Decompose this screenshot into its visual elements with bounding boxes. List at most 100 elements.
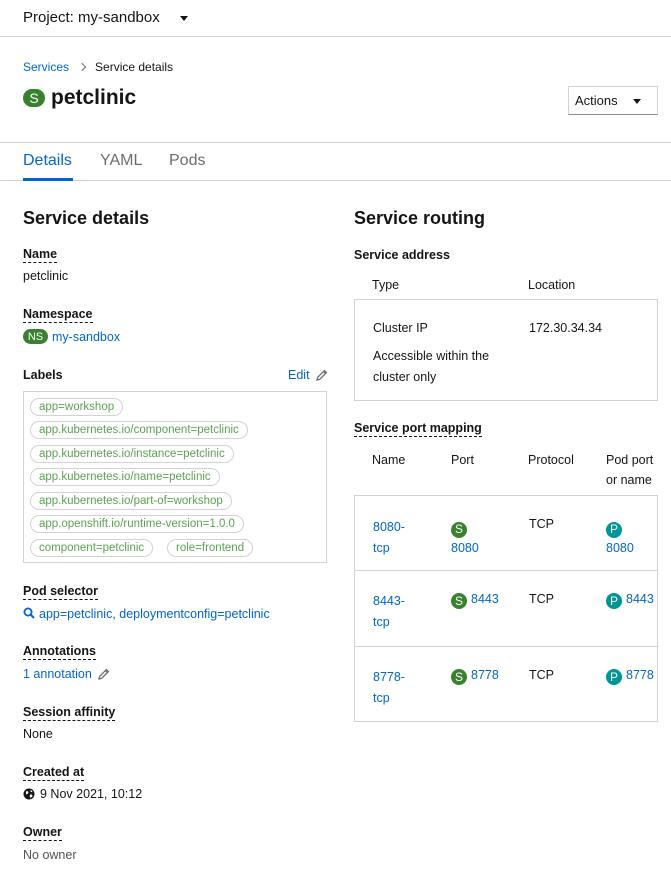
table-row: 8778- tcp S 8778 TCP P 8778 — [354, 647, 658, 722]
caret-down-icon — [632, 99, 641, 104]
port-name-line-1: 8443- — [373, 594, 405, 608]
chevron-right-icon — [77, 62, 87, 72]
port-name-line-2: tcp — [373, 691, 390, 705]
port-name-line-2: tcp — [373, 615, 390, 629]
tabs: Details YAML Pods — [0, 142, 671, 181]
page-title-text: petclinic — [51, 86, 137, 109]
service-port-value[interactable]: 8778 — [471, 668, 499, 682]
label-chip[interactable]: component=petclinic — [30, 539, 154, 557]
service-port: S 8443 — [451, 592, 499, 609]
service-port-value[interactable]: 8080 — [451, 538, 479, 559]
port-mapping-label: Service port mapping — [354, 421, 482, 437]
pod-badge: P — [606, 593, 622, 609]
protocol: TCP — [529, 517, 554, 531]
globe-icon — [23, 788, 35, 800]
port-name-link[interactable]: 8778- tcp — [373, 667, 405, 709]
session-affinity-value: None — [23, 727, 53, 741]
breadcrumb-current: Service details — [95, 60, 174, 74]
label-chip[interactable]: app.kubernetes.io/name=petclinic — [30, 468, 220, 486]
address-location: 172.30.34.34 — [529, 321, 602, 335]
service-badge: S — [451, 593, 467, 609]
port-col-protocol: Protocol — [528, 453, 574, 467]
pod-port: P 8778 — [606, 668, 654, 685]
protocol: TCP — [529, 592, 554, 606]
pod-port-value[interactable]: 8778 — [626, 668, 654, 682]
label-chip[interactable]: role=frontend — [167, 539, 254, 557]
pod-selector-link[interactable]: app=petclinic, deploymentconfig=petclini… — [39, 607, 270, 621]
session-affinity-label: Session affinity — [23, 705, 116, 721]
label-chip[interactable]: app=workshop — [30, 398, 124, 416]
address-col-type: Type — [372, 278, 400, 292]
address-col-location: Location — [528, 278, 576, 292]
pencil-icon[interactable] — [97, 668, 110, 680]
labels-label: Labels — [23, 368, 63, 382]
table-row: 8080- tcp S 8080 TCP P 8080 — [354, 495, 658, 571]
pencil-icon — [315, 369, 327, 381]
port-name-line-1: 8080- — [373, 520, 405, 534]
annotations-link[interactable]: 1 annotation — [23, 667, 92, 681]
breadcrumb-services-link[interactable]: Services — [23, 60, 69, 74]
pod-selector-value: app=petclinic, deploymentconfig=petclini… — [23, 607, 270, 621]
project-selector[interactable]: Project: my-sandbox — [23, 9, 188, 26]
pod-badge: P — [606, 669, 622, 685]
project-selector-label: Project: my-sandbox — [23, 9, 160, 26]
service-port: S 8080 — [451, 517, 479, 559]
actions-dropdown[interactable]: Actions — [568, 86, 658, 115]
port-name-link[interactable]: 8443- tcp — [373, 591, 405, 633]
protocol: TCP — [529, 668, 554, 682]
service-badge: S — [451, 521, 467, 538]
page-title: S petclinic — [23, 86, 136, 110]
caret-down-icon — [179, 16, 188, 21]
table-row: 8443- tcp S 8443 TCP P 8443 — [354, 571, 658, 647]
label-chip[interactable]: app.kubernetes.io/component=petclinic — [30, 421, 248, 439]
owner-label: Owner — [23, 825, 62, 841]
created-at-value: 9 Nov 2021, 10:12 — [23, 787, 142, 801]
edit-labels-button[interactable]: Edit — [288, 368, 328, 382]
created-at-label: Created at — [23, 765, 85, 781]
port-name-line-1: 8778- — [373, 670, 405, 684]
tab-details[interactable]: Details — [23, 152, 72, 170]
port-col-name: Name — [372, 453, 406, 467]
service-address-label: Service address — [354, 248, 450, 262]
edit-labels-label: Edit — [288, 368, 310, 382]
address-row: Cluster IP 172.30.34.34 Accessible withi… — [354, 299, 658, 401]
search-icon — [23, 607, 35, 619]
pod-port-value[interactable]: 8443 — [626, 592, 654, 606]
label-chip[interactable]: app.openshift.io/runtime-version=1.0.0 — [30, 515, 244, 533]
name-value: petclinic — [23, 269, 69, 283]
pod-port: P 8080 — [606, 517, 634, 559]
actions-label: Actions — [575, 93, 618, 108]
service-badge: S — [451, 669, 467, 685]
port-name-line-2: tcp — [373, 541, 390, 555]
namespace-value: NS my-sandbox — [23, 329, 120, 344]
service-details-heading: Service details — [23, 208, 150, 228]
namespace-label: Namespace — [23, 307, 93, 323]
owner-value: No owner — [23, 848, 77, 862]
namespace-badge: NS — [23, 329, 48, 344]
project-bar: Project: my-sandbox — [0, 0, 671, 37]
service-routing-heading: Service routing — [354, 208, 486, 228]
label-chip[interactable]: app.kubernetes.io/part-of=workshop — [30, 492, 232, 510]
address-type: Cluster IP — [373, 321, 428, 335]
port-col-port: Port — [451, 453, 474, 467]
namespace-link[interactable]: my-sandbox — [52, 330, 120, 344]
annotations-value: 1 annotation — [23, 667, 110, 681]
port-col-pod-port-2: or name — [606, 473, 652, 487]
label-chip[interactable]: app.kubernetes.io/instance=petclinic — [30, 445, 234, 463]
service-resource-badge: S — [23, 89, 45, 107]
pod-port: P 8443 — [606, 592, 654, 609]
service-port: S 8778 — [451, 668, 499, 685]
port-col-pod-port: Pod port — [606, 453, 654, 467]
created-at-text: 9 Nov 2021, 10:12 — [40, 787, 143, 801]
annotations-label: Annotations — [23, 644, 96, 660]
name-label: Name — [23, 247, 58, 263]
pod-badge: P — [606, 521, 622, 538]
service-port-value[interactable]: 8443 — [471, 592, 499, 606]
port-name-link[interactable]: 8080- tcp — [373, 517, 405, 559]
address-note: Accessible within the cluster only — [373, 349, 490, 384]
pod-port-value[interactable]: 8080 — [606, 538, 634, 559]
tab-yaml[interactable]: YAML — [100, 152, 142, 170]
tab-pods[interactable]: Pods — [169, 152, 205, 170]
pod-selector-label: Pod selector — [23, 584, 99, 600]
breadcrumb: Services Service details — [23, 60, 173, 74]
